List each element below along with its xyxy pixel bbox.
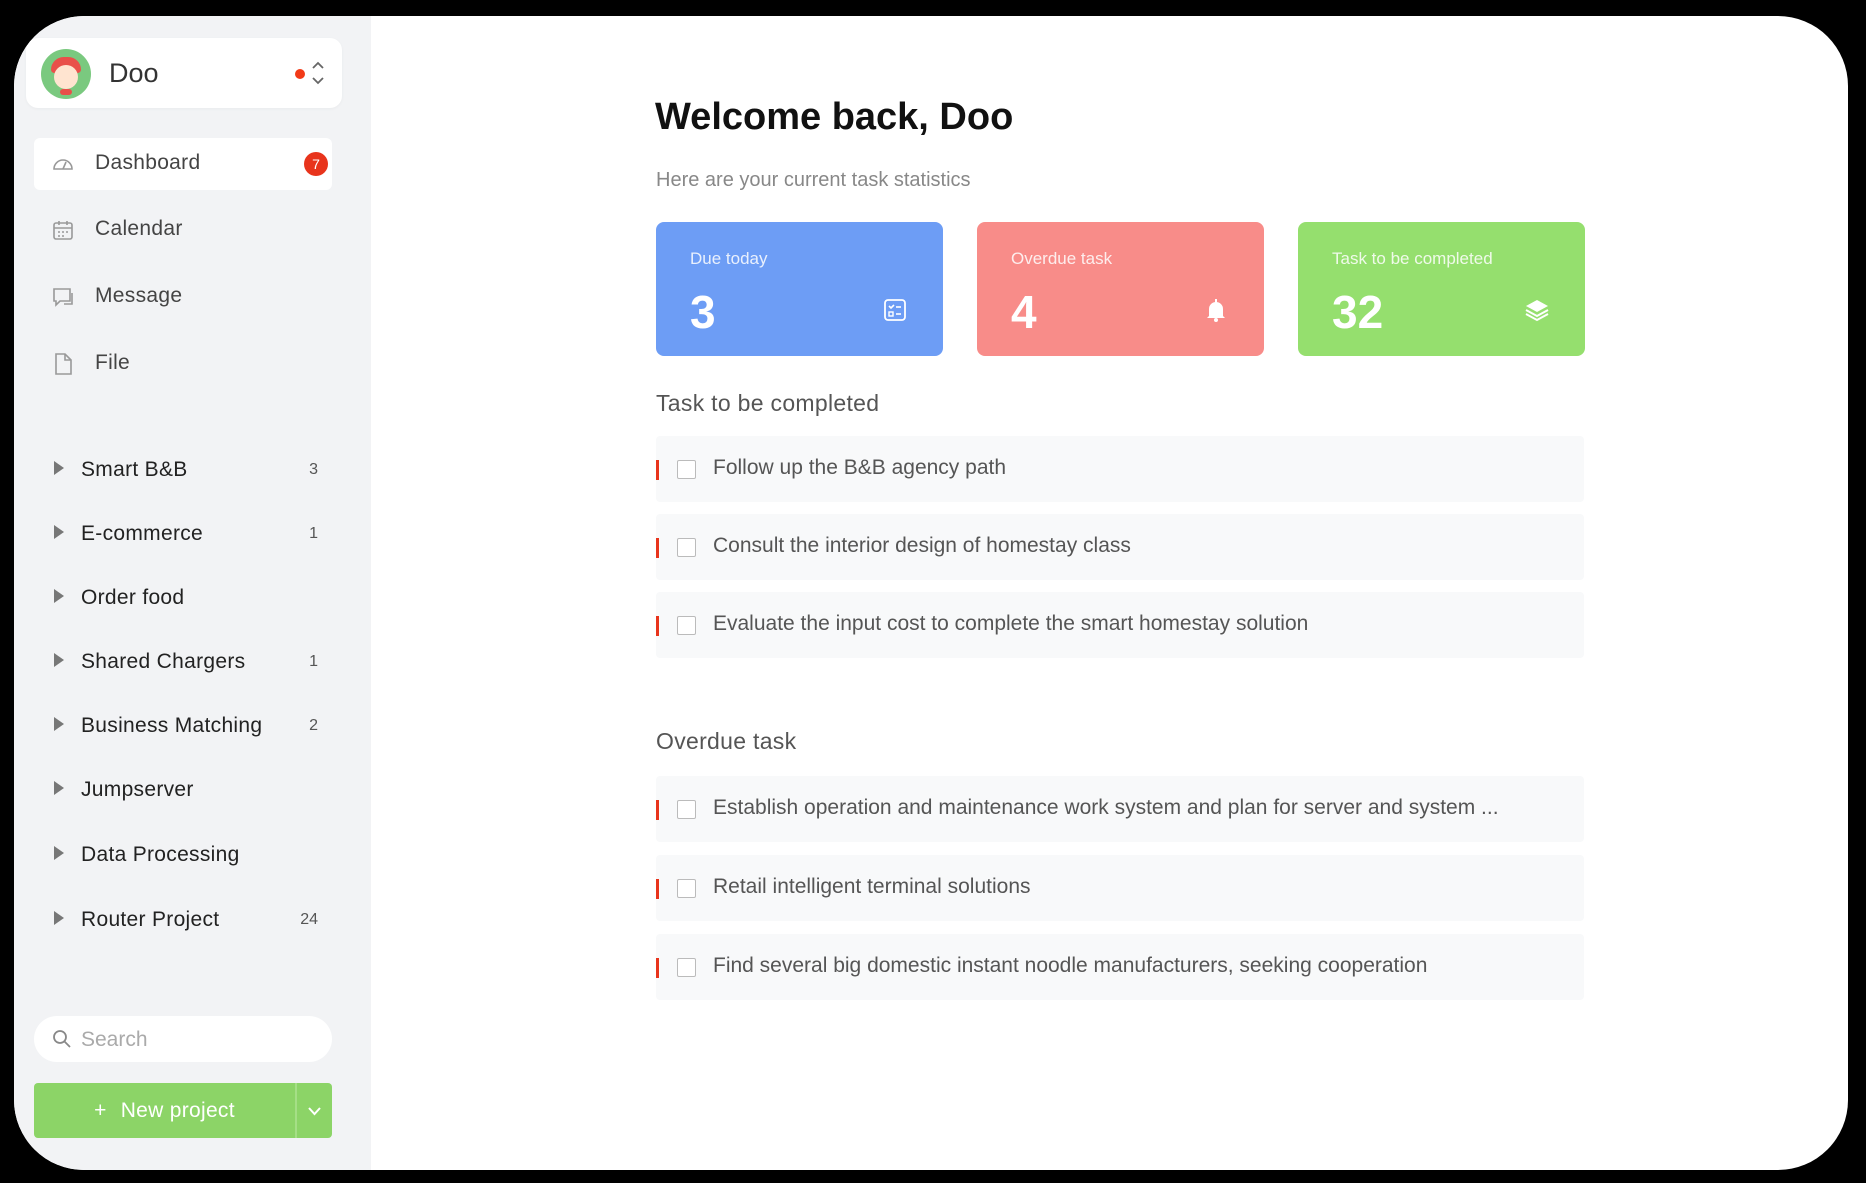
project-count: 24 <box>300 911 318 928</box>
stat-label: Overdue task <box>1011 249 1113 268</box>
task-text: Consult the interior design of homestay … <box>713 534 1131 557</box>
sidebar-item-label: Dashboard <box>95 151 201 174</box>
project-label: Shared Chargers <box>81 650 246 673</box>
task-row[interactable]: Find several big domestic instant noodle… <box>656 934 1584 1000</box>
new-project-split-button: + New project <box>34 1083 332 1138</box>
new-project-label: New project <box>120 1099 235 1122</box>
notification-badge: 7 <box>304 152 328 176</box>
sidebar-item-label: Calendar <box>95 217 183 240</box>
user-name: Doo <box>109 58 159 88</box>
project-label: E-commerce <box>81 522 204 545</box>
sidebar-item-calendar[interactable]: Calendar <box>34 204 332 256</box>
notification-dot <box>295 69 305 79</box>
task-row[interactable]: Consult the interior design of homestay … <box>656 514 1584 580</box>
main-content: Welcome back, Doo Here are your current … <box>371 16 1848 1170</box>
caret-right-icon[interactable] <box>54 525 64 539</box>
calendar-icon <box>51 218 75 242</box>
task-text: Retail intelligent terminal solutions <box>713 875 1031 898</box>
project-count: 2 <box>309 717 318 734</box>
stat-label: Due today <box>690 249 768 268</box>
project-item-business-matching[interactable]: Business Matching 2 <box>34 707 332 747</box>
search-box[interactable] <box>34 1016 332 1062</box>
page-title: Welcome back, Doo <box>655 96 1014 138</box>
bell-icon <box>1203 297 1229 323</box>
message-icon <box>51 285 75 309</box>
section-title-overdue: Overdue task <box>656 728 797 754</box>
project-item-jumpserver[interactable]: Jumpserver <box>34 771 332 811</box>
sidebar-item-message[interactable]: Message <box>34 271 332 323</box>
search-input[interactable] <box>79 1024 313 1056</box>
task-checkbox[interactable] <box>677 879 696 898</box>
task-row[interactable]: Follow up the B&B agency path <box>656 436 1584 502</box>
page-subtitle: Here are your current task statistics <box>656 169 971 191</box>
task-text: Evaluate the input cost to complete the … <box>713 612 1309 635</box>
file-icon <box>51 352 75 376</box>
caret-right-icon[interactable] <box>54 653 64 667</box>
app-window: Doo Dashboard 7 Calendar Message File Sm… <box>14 16 1848 1170</box>
sidebar-item-label: File <box>95 351 131 374</box>
priority-flag <box>656 460 659 480</box>
project-count: 3 <box>309 461 318 478</box>
task-checkbox[interactable] <box>677 616 696 635</box>
stat-card-due-today[interactable]: Due today 3 <box>656 222 943 356</box>
project-label: Smart B&B <box>81 458 188 481</box>
project-item-e-commerce[interactable]: E-commerce 1 <box>34 515 332 555</box>
caret-right-icon[interactable] <box>54 781 64 795</box>
stat-card-overdue[interactable]: Overdue task 4 <box>977 222 1264 356</box>
stat-value: 3 <box>690 286 716 338</box>
priority-flag <box>656 800 659 820</box>
project-item-router-project[interactable]: Router Project 24 <box>34 901 332 941</box>
sidebar-item-dashboard[interactable]: Dashboard 7 <box>34 138 332 190</box>
task-checkbox[interactable] <box>677 460 696 479</box>
project-label: Data Processing <box>81 843 240 866</box>
project-label: Order food <box>81 586 185 609</box>
chevron-up-down-icon[interactable] <box>311 59 325 87</box>
project-label: Business Matching <box>81 714 263 737</box>
plus-icon: + <box>94 1099 107 1122</box>
avatar <box>41 49 91 99</box>
new-project-button[interactable]: + New project <box>34 1083 295 1138</box>
stat-label: Task to be completed <box>1332 249 1493 268</box>
project-item-shared-chargers[interactable]: Shared Chargers 1 <box>34 643 332 683</box>
project-label: Jumpserver <box>81 778 194 801</box>
priority-flag <box>656 616 659 636</box>
priority-flag <box>656 879 659 899</box>
caret-right-icon[interactable] <box>54 911 64 925</box>
section-title-todo: Task to be completed <box>656 390 880 416</box>
checklist-icon <box>882 297 908 323</box>
sidebar: Doo Dashboard 7 Calendar Message File Sm… <box>14 16 371 1170</box>
caret-right-icon[interactable] <box>54 589 64 603</box>
task-text: Follow up the B&B agency path <box>713 456 1007 479</box>
task-row[interactable]: Evaluate the input cost to complete the … <box>656 592 1584 658</box>
task-row[interactable]: Establish operation and maintenance work… <box>656 776 1584 842</box>
task-checkbox[interactable] <box>677 958 696 977</box>
task-row[interactable]: Retail intelligent terminal solutions <box>656 855 1584 921</box>
project-item-data-processing[interactable]: Data Processing <box>34 836 332 876</box>
project-count: 1 <box>309 653 318 670</box>
project-count: 1 <box>309 525 318 542</box>
project-item-smart-bnb[interactable]: Smart B&B 3 <box>34 451 332 491</box>
task-checkbox[interactable] <box>677 800 696 819</box>
sidebar-item-label: Message <box>95 284 183 307</box>
priority-flag <box>656 538 659 558</box>
priority-flag <box>656 958 659 978</box>
dashboard-icon <box>51 152 75 176</box>
stat-value: 4 <box>1011 286 1037 338</box>
project-label: Router Project <box>81 908 220 931</box>
caret-right-icon[interactable] <box>54 846 64 860</box>
task-checkbox[interactable] <box>677 538 696 557</box>
search-icon <box>52 1029 72 1049</box>
task-text: Find several big domestic instant noodle… <box>713 954 1428 977</box>
new-project-dropdown-button[interactable] <box>297 1083 332 1138</box>
chevron-down-icon <box>308 1107 321 1116</box>
caret-right-icon[interactable] <box>54 461 64 475</box>
project-item-order-food[interactable]: Order food <box>34 579 332 619</box>
layers-icon <box>1524 297 1550 323</box>
sidebar-item-file[interactable]: File <box>34 338 332 390</box>
caret-right-icon[interactable] <box>54 717 64 731</box>
stat-card-to-be-completed[interactable]: Task to be completed 32 <box>1298 222 1585 356</box>
user-switcher[interactable]: Doo <box>26 38 342 108</box>
task-text: Establish operation and maintenance work… <box>713 796 1499 819</box>
stat-value: 32 <box>1332 286 1384 338</box>
